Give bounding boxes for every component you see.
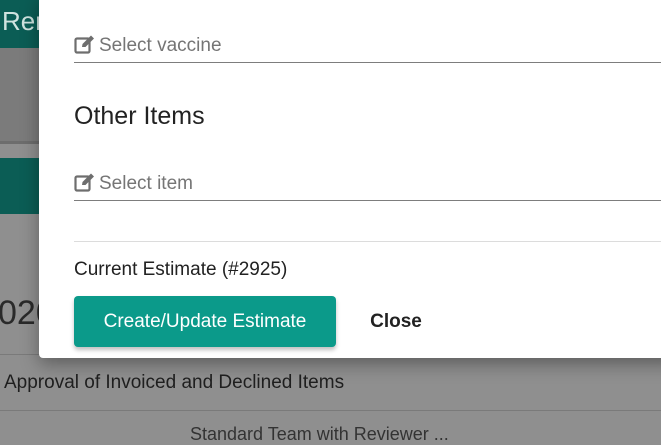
close-button[interactable]: Close (355, 296, 437, 347)
app-header-title: Rer (2, 6, 44, 36)
vaccine-select-placeholder: Select vaccine (99, 35, 222, 56)
background-row-label: Standard Team with Reviewer ... (190, 424, 449, 444)
create-update-estimate-button[interactable]: Create/Update Estimate (74, 296, 336, 347)
edit-icon (74, 34, 96, 56)
item-select[interactable]: Select item (74, 162, 661, 201)
current-estimate-label: Current Estimate (#2925) (74, 259, 288, 280)
estimate-modal: Select vaccine Other Items Select item C… (39, 0, 661, 358)
modal-divider (74, 241, 661, 242)
background-row-label: Approval of Invoiced and Declined Items (4, 372, 345, 393)
edit-icon (74, 172, 96, 194)
item-select-placeholder: Select item (99, 173, 193, 194)
background-row-divider (0, 410, 661, 411)
other-items-heading: Other Items (74, 102, 205, 130)
vaccine-select[interactable]: Select vaccine (74, 24, 661, 63)
